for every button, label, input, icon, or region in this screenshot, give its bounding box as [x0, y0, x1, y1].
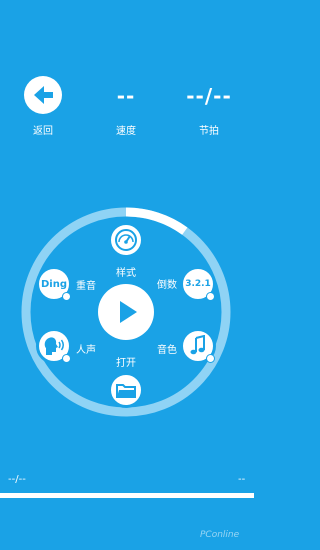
- tone-minus-icon[interactable]: [206, 354, 215, 363]
- arrow-left-icon: [34, 86, 53, 104]
- countdown-badge-text: 3.2.1: [185, 279, 211, 289]
- timeline-bar[interactable]: [0, 493, 254, 498]
- open-button[interactable]: [108, 372, 144, 408]
- play-button[interactable]: [98, 284, 154, 340]
- open-label: 打开: [116, 358, 136, 369]
- footer-right-value: --: [238, 474, 246, 485]
- play-icon: [120, 301, 137, 323]
- speed-value[interactable]: --: [86, 84, 166, 108]
- countdown-minus-icon[interactable]: [206, 292, 215, 301]
- accent-minus-icon[interactable]: [62, 292, 71, 301]
- style-button[interactable]: [108, 222, 144, 258]
- tone-label: 音色: [157, 345, 177, 356]
- accent-badge-text: Ding: [40, 278, 67, 290]
- footer-left-value: --/--: [8, 474, 26, 485]
- voice-label: 人声: [76, 345, 96, 356]
- back-button[interactable]: [24, 76, 62, 114]
- folder-icon: [116, 384, 136, 398]
- gauge-icon: [115, 229, 137, 251]
- music-note-icon: [190, 335, 205, 355]
- beat-value[interactable]: --/--: [169, 84, 249, 108]
- back-label: 返回: [33, 126, 53, 137]
- speed-label: 速度: [116, 126, 136, 137]
- accent-label: 重音: [76, 281, 96, 292]
- style-label: 样式: [116, 268, 136, 279]
- voice-minus-icon[interactable]: [62, 354, 71, 363]
- speaking-head-icon: [44, 337, 64, 355]
- countdown-label: 倒数: [157, 280, 177, 291]
- watermark-logo: PConline: [200, 530, 240, 540]
- beat-label: 节拍: [199, 126, 219, 137]
